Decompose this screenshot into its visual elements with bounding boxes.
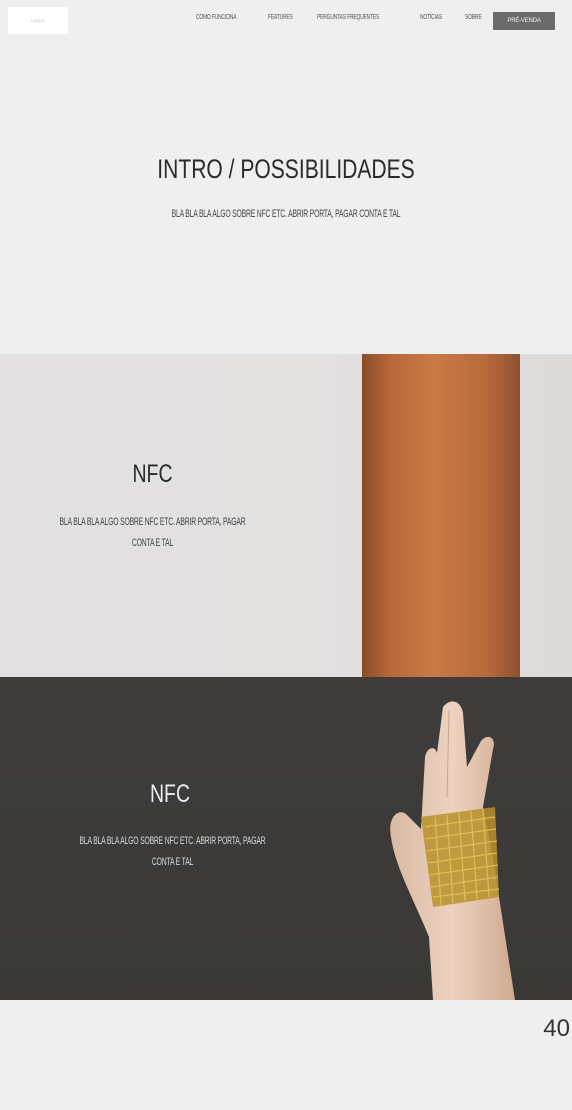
nfc-title: NFC xyxy=(132,460,173,488)
intro-title: INTRO / POSSIBILIDADES xyxy=(157,154,415,184)
nav-links: COMO FUNCIONA FEATURES PERGUNTAS FREQUEN… xyxy=(196,14,503,21)
arm-photo xyxy=(362,354,520,677)
nav-link-sobre[interactable]: SOBRE xyxy=(465,14,482,21)
nfc-section-light: NFC BLA BLA BLA ALGO SOBRE NFC ETC. ABRI… xyxy=(0,354,572,677)
logo[interactable]: LOGO xyxy=(8,7,68,34)
nfc-text-line-1: BLA BLA BLA ALGO SOBRE NFC ETC. ABRIR PO… xyxy=(59,516,246,528)
nav-link-como-funciona[interactable]: COMO FUNCIONA xyxy=(196,14,237,21)
pre-order-button[interactable]: PRÉ-VENDA xyxy=(493,12,555,30)
page-number: 40 xyxy=(543,1015,570,1042)
hand-photo xyxy=(390,701,515,1000)
intro-section: INTRO / POSSIBILIDADES BLA BLA BLA ALGO … xyxy=(0,42,572,354)
gold-tattoo xyxy=(421,807,500,907)
nfc-text-line-2: CONTA E TAL xyxy=(131,537,174,549)
nav-link-features[interactable]: FEATURES xyxy=(268,14,293,21)
nfc-section-dark: NFC BLA BLA BLA ALGO SOBRE NFC ETC. ABRI… xyxy=(0,677,572,1000)
intro-text: BLA BLA BLA ALGO SOBRE NFC ETC. ABRIR PO… xyxy=(171,208,401,220)
nfc-text-dark-line-2: CONTA E TAL xyxy=(151,856,194,868)
top-navigation: LOGO COMO FUNCIONA FEATURES PERGUNTAS FR… xyxy=(0,0,572,42)
footer: 40 xyxy=(0,1000,572,1110)
nav-link-perguntas-frequentes[interactable]: PERGUNTAS FREQUENTES xyxy=(317,14,379,21)
nfc-title-dark: NFC xyxy=(149,780,191,808)
nav-link-noticias[interactable]: NOTÍCIAS xyxy=(420,14,442,21)
nfc-text-dark-line-1: BLA BLA BLA ALGO SOBRE NFC ETC. ABRIR PO… xyxy=(79,835,266,847)
